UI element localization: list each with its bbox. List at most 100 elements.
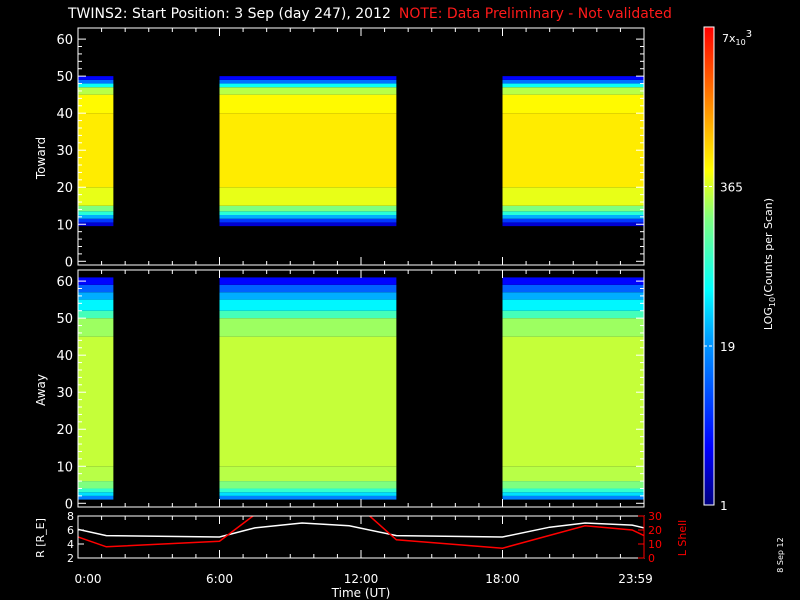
spectrogram-cell	[219, 215, 397, 219]
spectrogram-cell	[502, 83, 644, 88]
spectrogram-cell	[502, 336, 644, 467]
time-tick-label: 0:00	[75, 572, 102, 586]
spectrogram-cell	[219, 79, 397, 84]
spectrogram-cell	[219, 336, 397, 467]
spectrogram-cell	[219, 94, 397, 114]
spectrogram-cell	[502, 218, 644, 223]
spectrogram-cell	[502, 211, 644, 216]
colorbar-tick-label: 365	[720, 180, 743, 194]
spectrogram-cell	[502, 495, 644, 500]
spectrogram-cell	[78, 495, 114, 500]
spectrogram-cell	[502, 299, 644, 311]
spectrogram-cell	[502, 205, 644, 212]
spectrogram-cell	[502, 318, 644, 337]
spectrogram-cell	[219, 277, 397, 285]
spectrogram-cell	[219, 481, 397, 489]
radius-ylabel: R [R_E]	[34, 518, 47, 558]
spectrogram-cell	[502, 187, 644, 206]
y-tick-label: 50	[56, 70, 73, 85]
spectrogram-cell	[502, 292, 644, 300]
spectrogram-cell	[78, 205, 114, 212]
plot-canvas: 0102030405060 0102030405060 246801020300…	[34, 26, 785, 600]
spectrogram-cell	[502, 481, 644, 489]
spectrogram-cell	[78, 284, 114, 293]
spectrogram-cell	[219, 222, 397, 227]
spectrogram-cell	[78, 187, 114, 206]
time-tick-label: 6:00	[206, 572, 233, 586]
spectrogram-cell	[78, 318, 114, 337]
colorbar	[703, 26, 715, 506]
spectrogram-cell	[502, 79, 644, 84]
away-panel: 0102030405060	[56, 269, 645, 512]
y-tick-label: 10	[56, 218, 73, 233]
spectrogram-cell	[502, 284, 644, 293]
spectrogram-cell	[78, 466, 114, 482]
spectrogram-cell	[502, 113, 644, 188]
lshell-tick-label: 0	[648, 552, 655, 565]
spectrogram-cell	[219, 466, 397, 482]
spectrogram-cell	[78, 94, 114, 114]
y-tick-label: 60	[56, 275, 73, 290]
spectrogram-cell	[502, 277, 644, 285]
lshell-tick-label: 10	[648, 538, 662, 551]
spectrogram-cell	[219, 205, 397, 212]
lshell-tick-label: 30	[648, 510, 662, 523]
spectrogram-cell	[219, 83, 397, 88]
spectrogram-cell	[219, 113, 397, 188]
spectrogram-cell	[219, 299, 397, 311]
spectrogram-cell	[219, 310, 397, 319]
spectrogram-cell	[78, 336, 114, 467]
radius-tick-label: 8	[67, 510, 74, 523]
spectrogram-cell	[502, 488, 644, 493]
spectrogram-cell	[219, 292, 397, 300]
spectrogram-cell	[78, 292, 114, 300]
y-tick-label: 20	[56, 181, 73, 196]
spectrogram-cell	[219, 76, 397, 80]
lshell-ylabel: L Shell	[676, 520, 689, 556]
colorbar-label: LOG10(Counts per Scan)	[762, 198, 777, 330]
spectrogram-cell	[78, 481, 114, 489]
spectrogram-cell	[78, 83, 114, 88]
spectrogram-cell	[219, 218, 397, 223]
spectrogram-cell	[78, 215, 114, 219]
spectrogram-cell	[502, 466, 644, 482]
spectrogram-cell	[219, 284, 397, 293]
spectrogram-cell	[502, 76, 644, 80]
date-stamp: 8 Sep 12	[776, 537, 785, 572]
spectrogram-cell	[78, 310, 114, 319]
spectrogram-cell	[78, 299, 114, 311]
spectrogram-cell	[78, 211, 114, 216]
spectrogram-cell	[219, 488, 397, 493]
colorbar-max-label: 7x103	[722, 29, 752, 47]
time-tick-label: 23:59	[618, 572, 653, 586]
y-tick-label: 20	[56, 423, 73, 438]
y-tick-label: 0	[65, 255, 73, 270]
time-xlabel: Time (UT)	[331, 586, 391, 600]
radius-tick-label: 6	[67, 524, 74, 537]
spectrogram-cell	[502, 310, 644, 319]
spectrogram-cell	[219, 318, 397, 337]
spectrogram-cell	[502, 94, 644, 114]
spectrogram-cell	[78, 218, 114, 223]
y-tick-label: 40	[56, 349, 73, 364]
time-tick-label: 18:00	[485, 572, 520, 586]
spectrogram-cell	[219, 495, 397, 500]
spectrogram-cell	[219, 492, 397, 496]
y-tick-label: 10	[56, 460, 73, 475]
spectrogram-cell	[502, 215, 644, 219]
colorbar-tick-label: 1	[720, 499, 728, 513]
time-tick-label: 12:00	[344, 572, 379, 586]
colorbar-tick-label: 19	[720, 340, 735, 354]
toward-panel: 0 10 20 30 40 50 60	[56, 27, 645, 270]
spectrogram-cell	[78, 79, 114, 84]
y-tick-label: 40	[56, 107, 73, 122]
toward-ylabel: Toward	[34, 137, 48, 180]
spectrogram-cell	[78, 76, 114, 80]
spectrogram-cell	[78, 488, 114, 493]
spectrogram-cell	[78, 87, 114, 95]
spectrogram-cell	[219, 187, 397, 206]
spectrogram-cell	[219, 87, 397, 95]
spectrogram-cell	[502, 87, 644, 95]
away-ylabel: Away	[34, 374, 48, 406]
y-tick-label: 60	[56, 33, 73, 48]
